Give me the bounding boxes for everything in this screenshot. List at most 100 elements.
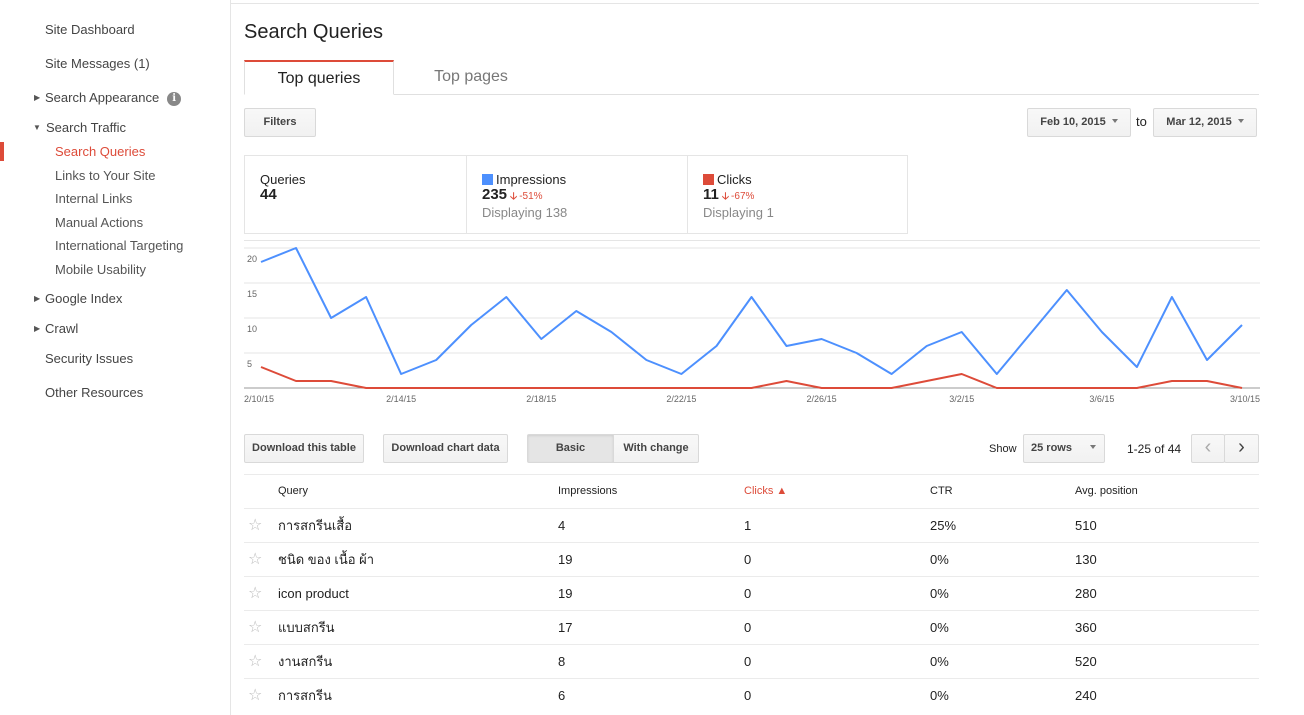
cell-avg-position: 280 (1075, 586, 1097, 601)
cell-query[interactable]: งานสกรีน (278, 645, 332, 678)
star-icon[interactable]: ☆ (248, 543, 262, 576)
y-tick-label: 5 (247, 359, 252, 369)
expand-arrow-icon[interactable]: ▶ (34, 294, 40, 303)
star-icon[interactable]: ☆ (248, 679, 262, 712)
nav-search-queries[interactable]: Search Queries (55, 144, 145, 159)
cell-impressions: 19 (558, 586, 573, 601)
stat-queries-value: 44 (260, 186, 277, 203)
nav-site-messages[interactable]: Site Messages (1) (45, 56, 150, 71)
nav-search-appearance-label[interactable]: Search Appearance (45, 90, 159, 105)
stat-impressions-label: Impressions (482, 172, 566, 187)
cell-impressions: 19 (558, 552, 573, 567)
x-tick-label: 2/18/15 (526, 394, 556, 404)
stat-clicks-label-text: Clicks (717, 172, 752, 187)
prev-page-button[interactable]: ‹ (1191, 434, 1225, 463)
table-row: ☆ การสกรีน 6 0 0% 240 (244, 678, 1259, 712)
date-to-dropdown[interactable]: Mar 12, 2015 (1153, 108, 1257, 137)
table-row: ☆ งานสกรีน 8 0 0% 520 (244, 644, 1259, 678)
stats-panel: Queries 44 Impressions 235 🡣 -51% Displayi… (244, 155, 908, 234)
stat-clicks-label: Clicks (703, 172, 752, 187)
date-from-dropdown[interactable]: Feb 10, 2015 (1027, 108, 1131, 137)
nav-international-targeting[interactable]: International Targeting (55, 238, 183, 253)
x-tick-label: 2/26/15 (807, 394, 837, 404)
cell-clicks: 0 (744, 620, 752, 635)
download-table-button[interactable]: Download this table (244, 434, 364, 463)
star-icon[interactable]: ☆ (248, 645, 262, 678)
nav-google-index[interactable]: Google Index (45, 291, 122, 306)
nav-links-to-site[interactable]: Links to Your Site (55, 168, 155, 183)
nav-crawl[interactable]: Crawl (45, 321, 78, 336)
stat-clicks-change: -67% (731, 191, 755, 202)
nav-search-traffic[interactable]: Search Traffic (46, 120, 126, 135)
cell-query[interactable]: การสกรีน (278, 679, 332, 712)
cell-query[interactable]: การสกรีนเสื้อ (278, 509, 352, 542)
chevron-down-icon (1237, 119, 1244, 123)
header-impressions[interactable]: Impressions (558, 475, 617, 508)
stat-queries-label: Queries (260, 172, 306, 187)
page-range: 1-25 of 44 (1127, 442, 1182, 456)
header-avg-position[interactable]: Avg. position (1075, 475, 1138, 508)
header-clicks[interactable]: Clicks ▲ (744, 475, 787, 508)
tab-top-queries[interactable]: Top queries (244, 60, 394, 95)
star-icon[interactable]: ☆ (248, 577, 262, 610)
y-tick-label: 15 (247, 289, 257, 299)
x-tick-label: 2/10/15 (244, 394, 274, 404)
tab-top-pages[interactable]: Top pages (396, 60, 546, 95)
cell-impressions: 8 (558, 654, 566, 669)
cell-avg-position: 510 (1075, 518, 1097, 533)
next-page-button[interactable]: › (1224, 434, 1259, 463)
cell-query[interactable]: แบบสกรีน (278, 611, 335, 644)
cell-ctr: 25% (930, 518, 957, 533)
cell-query[interactable]: ชนิด ของ เนื้อ ผ้า (278, 543, 374, 576)
expand-arrow-icon[interactable]: ▶ (34, 324, 40, 333)
collapse-arrow-icon[interactable]: ▼ (33, 123, 41, 132)
x-tick-label: 2/14/15 (386, 394, 416, 404)
cell-clicks: 1 (744, 518, 752, 533)
cell-impressions: 4 (558, 518, 566, 533)
cell-clicks: 0 (744, 654, 752, 669)
cell-ctr: 0% (930, 586, 949, 601)
x-tick-label: 3/10/15 (1230, 394, 1260, 404)
nav-other-resources[interactable]: Other Resources (45, 385, 143, 400)
header-query[interactable]: Query (278, 475, 308, 508)
filters-button[interactable]: Filters (244, 108, 316, 137)
stat-impressions[interactable]: Impressions 235 🡣 -51% Displaying 138 (466, 156, 687, 233)
sidebar: Site Dashboard Site Messages (1) ▶ Searc… (0, 0, 231, 715)
table-row: ☆ แบบสกรีน 17 0 0% 360 (244, 610, 1259, 644)
with-change-toggle[interactable]: With change (613, 434, 699, 463)
clicks-swatch-icon (703, 174, 714, 185)
nav-internal-links[interactable]: Internal Links (55, 191, 132, 206)
cell-ctr: 0% (930, 552, 949, 567)
nav-mobile-usability[interactable]: Mobile Usability (55, 262, 146, 277)
show-label: Show (989, 443, 1017, 455)
x-tick-label: 3/6/15 (1089, 394, 1114, 404)
cell-avg-position: 240 (1075, 688, 1097, 703)
basic-toggle[interactable]: Basic (527, 434, 614, 463)
download-chart-button[interactable]: Download chart data (383, 434, 508, 463)
date-to-value: Mar 12, 2015 (1166, 116, 1232, 128)
stat-clicks-value: 11 🡣 -67% (703, 186, 754, 206)
stat-impressions-label-text: Impressions (496, 172, 567, 187)
star-icon[interactable]: ☆ (248, 509, 262, 542)
cell-clicks: 0 (744, 552, 752, 567)
stat-impressions-sub: Displaying 138 (482, 205, 568, 220)
cell-impressions: 17 (558, 620, 573, 635)
nav-security-issues[interactable]: Security Issues (45, 351, 133, 366)
nav-site-dashboard[interactable]: Site Dashboard (45, 22, 135, 37)
stat-clicks-number: 11 (703, 186, 719, 203)
rows-value: 25 rows (1031, 442, 1072, 454)
star-icon[interactable]: ☆ (248, 611, 262, 644)
queries-table: Query Impressions Clicks ▲ CTR Avg. posi… (244, 474, 1259, 712)
line-chart[interactable]: 5 10 15 20 2/10/15 2/14/15 2/18/15 2/22/15 2/26/… (244, 240, 1260, 410)
nav-manual-actions[interactable]: Manual Actions (55, 215, 143, 230)
header-ctr[interactable]: CTR (930, 475, 953, 508)
rows-dropdown[interactable]: 25 rows (1023, 434, 1105, 463)
cell-ctr: 0% (930, 620, 949, 635)
info-icon[interactable]: i (167, 92, 182, 106)
cell-impressions: 6 (558, 688, 566, 703)
cell-query[interactable]: icon product (278, 577, 349, 610)
nav-search-appearance[interactable]: Search Appearance i (45, 90, 182, 106)
expand-arrow-icon[interactable]: ▶ (34, 93, 40, 102)
date-range-separator: to (1136, 114, 1147, 129)
stat-clicks[interactable]: Clicks 11 🡣 -67% Displaying 1 (687, 156, 908, 233)
